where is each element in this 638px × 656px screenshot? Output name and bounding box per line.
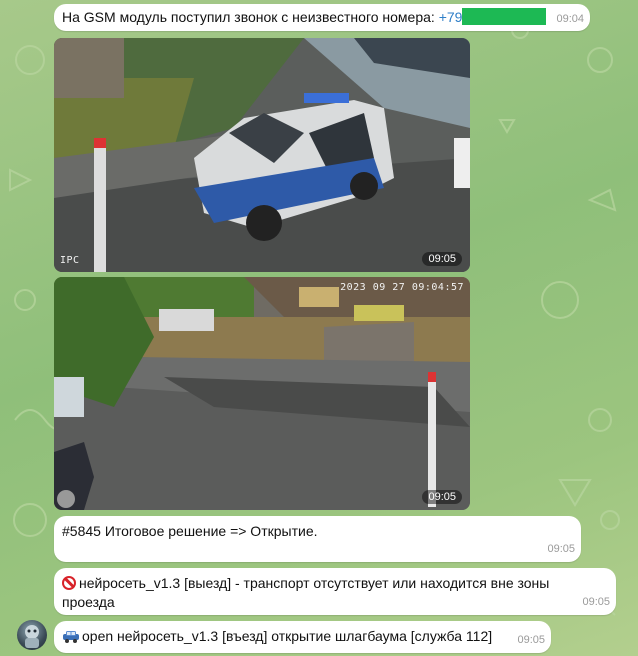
message-text: На GSM модуль поступил звонок с неизвест… [62, 8, 547, 27]
camera-timestamp: 2023 09 27 09:04:57 [340, 282, 464, 293]
camera-photo-exit[interactable]: IPC 09:05 [54, 38, 470, 272]
camera-label: IPC [60, 255, 80, 266]
message-text: open нейросеть_v1.3 [въезд] открытие шла… [62, 627, 492, 646]
message-time: 09:05 [582, 596, 610, 608]
phone-link[interactable]: +79 [439, 9, 463, 25]
no-entry-icon [62, 576, 76, 590]
camera-image-empty-driveway [54, 277, 470, 510]
camera-image-police-car [54, 38, 470, 272]
message-gsm-call: На GSM модуль поступил звонок с неизвест… [54, 4, 590, 31]
car-icon [63, 631, 79, 643]
redacted-phone-mask [462, 8, 547, 25]
message-neural-entry: open нейросеть_v1.3 [въезд] открытие шла… [54, 621, 551, 653]
message-final-decision: #5845 Итоговое решение => Открытие. 09:0… [54, 516, 581, 562]
message-time: 09:04 [556, 13, 584, 25]
message-text: #5845 Итоговое решение => Открытие. [62, 523, 318, 539]
camera-photo-entry[interactable]: 2023 09 27 09:04:57 09:05 [54, 277, 470, 510]
photo-time: 09:05 [422, 490, 462, 504]
photo-time: 09:05 [422, 252, 462, 266]
robot-icon [25, 625, 39, 648]
bot-avatar[interactable] [17, 620, 47, 650]
message-time: 09:05 [517, 634, 545, 646]
message-neural-exit: нейросеть_v1.3 [выезд] - транспорт отсут… [54, 568, 616, 615]
message-time: 09:05 [547, 543, 575, 555]
message-text: нейросеть_v1.3 [выезд] - транспорт отсут… [62, 575, 550, 610]
